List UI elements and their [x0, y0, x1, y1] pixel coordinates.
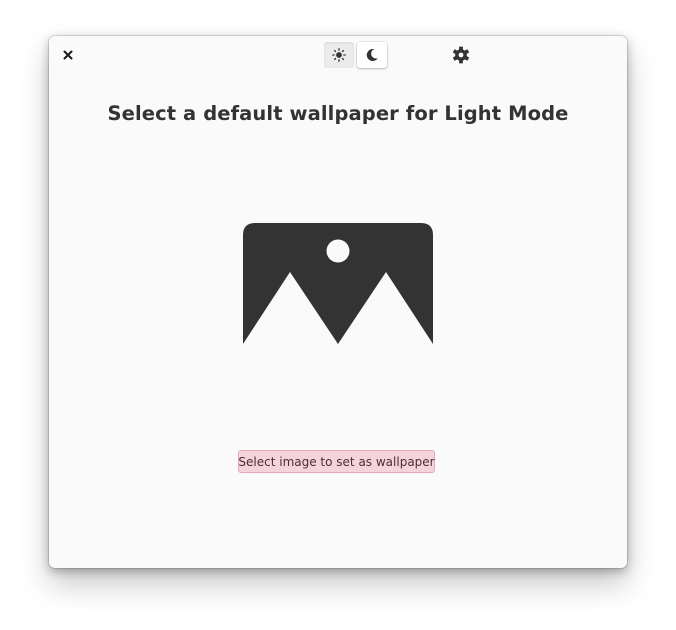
page-title: Select a default wallpaper for Light Mod…	[107, 102, 569, 125]
moon-icon	[366, 49, 378, 62]
image-placeholder-icon	[243, 223, 433, 344]
sun-icon	[332, 48, 346, 62]
settings-button[interactable]	[450, 44, 472, 66]
wallpaper-dialog: Select a default wallpaper for Light Mod…	[49, 36, 627, 568]
select-image-button[interactable]: Select image to set as wallpaper	[238, 450, 435, 473]
close-icon	[63, 50, 73, 60]
close-button[interactable]	[59, 46, 77, 64]
light-mode-button[interactable]	[324, 42, 354, 68]
gear-icon	[452, 46, 470, 64]
dark-mode-button[interactable]	[357, 42, 387, 68]
mode-switch	[324, 42, 388, 68]
